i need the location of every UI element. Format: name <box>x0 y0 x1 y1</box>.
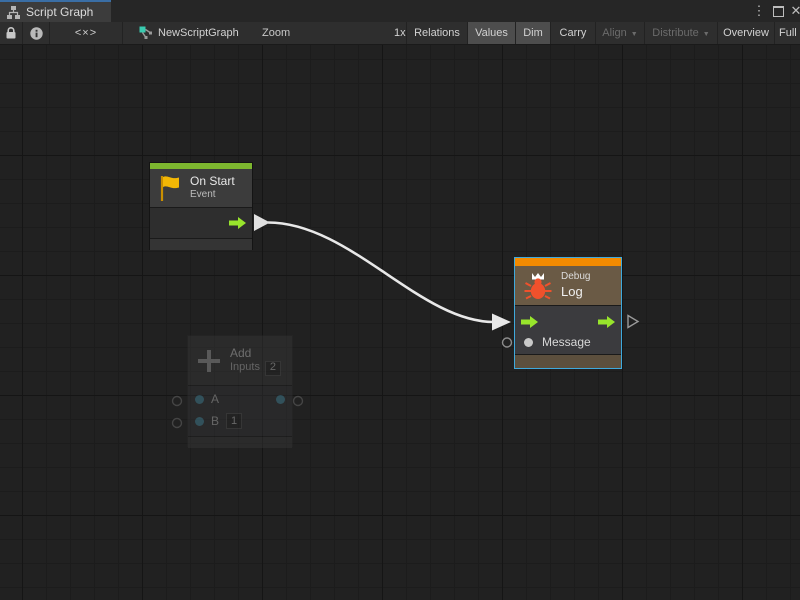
toolbar-button-dim[interactable]: Dim <box>516 22 550 44</box>
debug-accent-bar <box>515 258 621 266</box>
toolbar-button-align[interactable]: Align ▼ <box>596 22 644 44</box>
chevron-down-icon: ▼ <box>631 31 638 38</box>
node-title: On Start <box>190 174 235 189</box>
node-on-start[interactable]: On Start Event <box>149 162 253 250</box>
graph-name[interactable]: NewScriptGraph <box>158 22 239 44</box>
window-maximize-button[interactable] <box>768 0 788 22</box>
connection-onstart-to-log[interactable] <box>268 223 494 323</box>
inputs-label: Inputs <box>230 361 260 375</box>
graph-canvas[interactable]: On Start Event Debug Log <box>0 45 800 600</box>
unconnected-flow-out-triangle[interactable] <box>628 316 638 328</box>
info-button[interactable] <box>23 22 49 44</box>
value-output-port[interactable] <box>276 395 285 404</box>
script-graph-icon <box>7 6 20 19</box>
port-label: A <box>211 392 269 406</box>
flow-input-port[interactable] <box>521 316 538 328</box>
unconnected-port-circle-dim[interactable] <box>173 419 182 428</box>
kebab-menu-icon: ⋮ <box>753 3 766 19</box>
graph-toolbar: <×> NewScriptGraph Zoom 1x Relations Val… <box>0 22 800 45</box>
tab-script-graph[interactable]: Script Graph <box>0 0 111 22</box>
value-port-a[interactable] <box>195 395 204 404</box>
node-footer <box>150 238 252 250</box>
info-icon <box>30 27 43 40</box>
wire-source-arrow-icon <box>254 214 270 231</box>
code-view-button[interactable]: <×> <box>50 22 122 44</box>
toolbar-button-relations[interactable]: Relations <box>407 22 467 44</box>
port-label: B <box>211 414 219 428</box>
window-menu-button[interactable]: ⋮ <box>749 0 769 22</box>
toolbar-button-distribute[interactable]: Distribute ▼ <box>645 22 717 44</box>
toolbar-button-carry[interactable]: Carry <box>551 22 595 44</box>
toolbar-button-overview[interactable]: Overview <box>718 22 774 44</box>
close-icon: ✕ <box>791 3 800 19</box>
code-icon: <×> <box>75 27 97 39</box>
window-titlebar: Script Graph ⋮ ✕ <box>0 0 800 22</box>
lock-icon <box>5 26 17 40</box>
chevron-down-icon: ▼ <box>703 31 710 38</box>
window-close-button[interactable]: ✕ <box>786 0 800 22</box>
zoom-label: Zoom <box>262 22 290 44</box>
node-title: Add <box>230 346 284 361</box>
tab-title: Script Graph <box>26 5 93 19</box>
port-b-value-field[interactable]: 1 <box>226 413 242 429</box>
zoom-value: 1x <box>394 22 406 44</box>
flow-output-port[interactable] <box>598 316 615 328</box>
unconnected-port-circle-dim[interactable] <box>294 397 303 406</box>
bug-icon <box>523 271 553 301</box>
value-port-b[interactable] <box>195 417 204 426</box>
maximize-icon <box>773 6 784 17</box>
node-footer <box>188 436 292 448</box>
graph-asset-icon <box>138 22 154 44</box>
wire-end-arrow-icon <box>492 314 511 331</box>
node-title: Log <box>561 284 590 300</box>
message-value-port[interactable] <box>524 338 533 347</box>
wire-layer <box>0 45 800 600</box>
node-category: Debug <box>561 271 590 284</box>
lock-button[interactable] <box>0 22 22 44</box>
divider <box>122 22 123 44</box>
node-footer <box>515 354 621 368</box>
flow-output-port[interactable] <box>229 217 246 229</box>
toolbar-button-values[interactable]: Values <box>468 22 515 44</box>
inputs-count-field[interactable]: 2 <box>265 361 281 376</box>
node-subtitle: Event <box>190 189 235 202</box>
unconnected-port-circle-dim[interactable] <box>173 397 182 406</box>
toolbar-button-fullscreen[interactable]: Full S <box>775 22 800 44</box>
plus-icon <box>196 348 222 374</box>
node-add[interactable]: Add Inputs 2 A B 1 <box>187 335 293 447</box>
port-label: Message <box>542 335 591 349</box>
node-debug-log[interactable]: Debug Log Message <box>514 257 622 369</box>
flag-icon <box>158 174 182 202</box>
unconnected-port-circle[interactable] <box>503 338 512 347</box>
